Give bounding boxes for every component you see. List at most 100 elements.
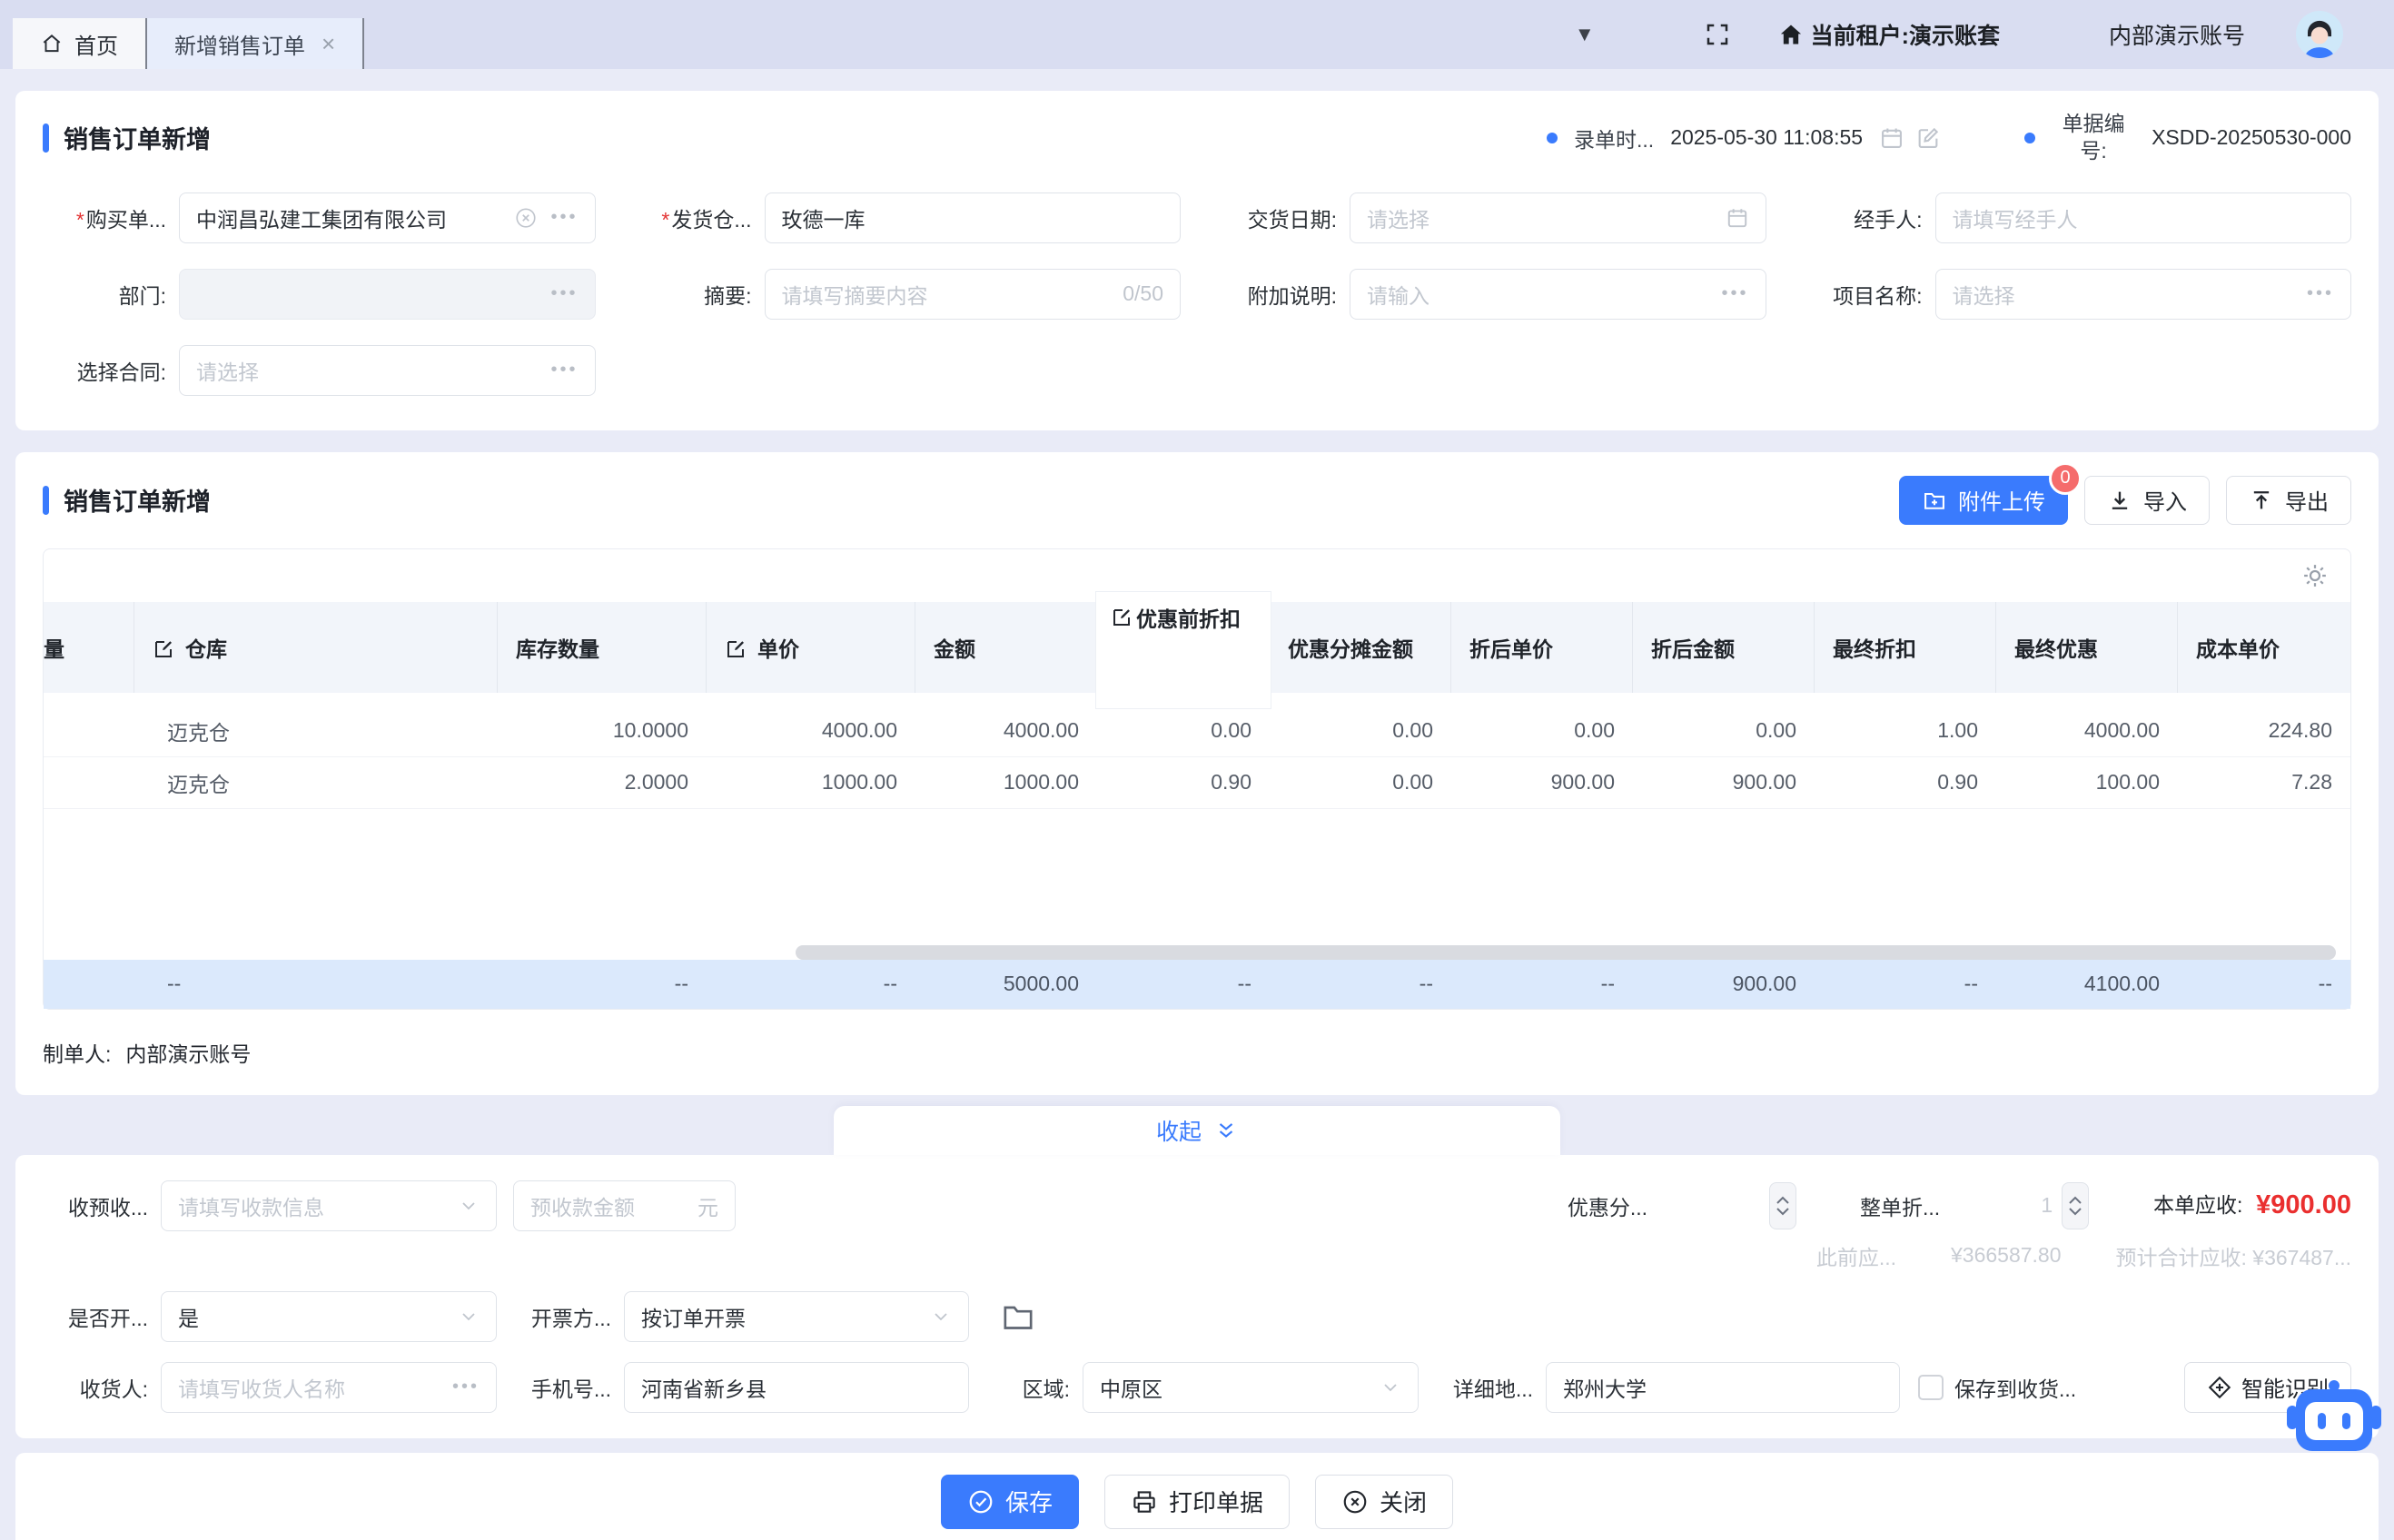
diamond-plus-icon — [2207, 1375, 2232, 1400]
upload-icon — [2249, 488, 2274, 513]
advance-select[interactable]: 请填写收款信息 — [161, 1180, 497, 1231]
ellipsis-icon[interactable]: ••• — [2307, 283, 2334, 304]
warehouse-field[interactable]: 玫德一库 — [765, 192, 1182, 243]
fullscreen-icon[interactable] — [1704, 21, 1731, 48]
ellipsis-icon[interactable]: ••• — [550, 207, 578, 228]
home-filled-icon — [1778, 22, 1804, 47]
ellipsis-icon[interactable]: ••• — [550, 360, 578, 380]
table-row[interactable]: 迈克仓 2.0000 1000.00 1000.00 0.90 0.00 900… — [44, 757, 2350, 809]
save-button[interactable]: 保存 — [941, 1475, 1079, 1529]
advance-amount-field[interactable]: 预收款金额 元 — [513, 1180, 736, 1231]
ellipsis-icon[interactable]: ••• — [550, 283, 578, 304]
close-button[interactable]: 关闭 — [1315, 1475, 1453, 1529]
folder-icon[interactable] — [1000, 1298, 1036, 1335]
project-field[interactable]: 请选择 ••• — [1935, 269, 2352, 320]
avatar[interactable] — [2296, 11, 2343, 58]
buyer-field[interactable]: 中润昌弘建工集团有限公司 ••• — [179, 192, 596, 243]
phone-field[interactable]: 河南省新乡县 — [624, 1362, 969, 1413]
tab-close-icon[interactable]: × — [322, 30, 335, 58]
calendar-icon[interactable] — [1879, 125, 1904, 151]
col-qty-cut: 量 — [44, 602, 134, 693]
sales-order-screen: 首页 新增销售订单 × ▼ 当前租户:演示账套 内部演示账号 — [0, 0, 2394, 1540]
previous-due-label: 此前应... — [1816, 1240, 1896, 1271]
address-field[interactable]: 郑州大学 — [1546, 1362, 1900, 1413]
doc-no-value: XSDD-20250530-000 — [2152, 125, 2351, 150]
home-outline-icon — [40, 32, 64, 55]
column-settings-gear-icon[interactable] — [2301, 562, 2329, 589]
invoice-method-select[interactable]: 按订单开票 — [624, 1291, 969, 1342]
col-stock-qty: 库存数量 — [498, 602, 707, 693]
export-button[interactable]: 导出 — [2226, 476, 2351, 525]
record-time-value: 2025-05-30 11:08:55 — [1670, 125, 1863, 150]
attachment-upload-button[interactable]: 附件上传 0 — [1899, 476, 2068, 525]
scrollbar-thumb[interactable] — [796, 945, 2336, 960]
collapse-button[interactable]: 收起 — [834, 1106, 1560, 1155]
col-unit-price: 单价 — [707, 602, 915, 693]
calendar-icon — [1726, 206, 1749, 230]
edit-column-icon — [725, 638, 747, 660]
delivery-date-label: 交货日期: — [1213, 202, 1350, 233]
title-accent-bar — [43, 486, 49, 515]
receiver-field[interactable]: 请填写收货人名称 ••• — [161, 1362, 497, 1413]
settlement-subtotals: 此前应... ¥366587.80 预计合计应收: ¥367487... — [43, 1240, 2351, 1271]
ellipsis-icon[interactable]: ••• — [452, 1377, 480, 1397]
address-label: 详细地... — [1446, 1372, 1546, 1403]
summary-field[interactable]: 请填写摘要内容 0/50 — [765, 269, 1182, 320]
tab-new-sales-order[interactable]: 新增销售订单 × — [145, 18, 364, 69]
project-label: 项目名称: — [1799, 279, 1935, 310]
import-button[interactable]: 导入 — [2084, 476, 2210, 525]
department-field[interactable]: ••• — [179, 269, 596, 320]
col-amount: 金额 — [915, 602, 1097, 693]
table-row[interactable]: 迈克仓 10.0000 4000.00 4000.00 0.00 0.00 0.… — [44, 706, 2350, 757]
maker-label: 制单人: — [43, 1037, 111, 1068]
save-to-receiver-checkbox[interactable] — [1918, 1375, 1944, 1400]
attachment-count-badge: 0 — [2049, 462, 2082, 495]
chevron-down-icon — [1380, 1377, 1401, 1398]
delivery-date-field[interactable]: 请选择 — [1350, 192, 1766, 243]
tab-home[interactable]: 首页 — [13, 18, 145, 69]
settlement-row-2: 是否开... 是 开票方... 按订单开票 — [43, 1291, 2351, 1342]
summary-row: -- -- -- 5000.00 -- -- -- 900.00 -- 4100… — [44, 960, 2350, 1009]
horizontal-scrollbar — [51, 945, 2343, 960]
ellipsis-icon[interactable]: ••• — [1721, 283, 1748, 304]
estimated-total-label: 预计合计应收: — [2116, 1246, 2247, 1269]
edit-column-icon — [1111, 607, 1133, 628]
discount-share-stepper[interactable] — [1769, 1182, 1796, 1229]
folder-plus-icon — [1922, 488, 1947, 513]
col-warehouse: 仓库 — [134, 602, 498, 693]
col-discount-share: 优惠分摊金额 — [1270, 602, 1451, 693]
region-select[interactable]: 中原区 — [1083, 1362, 1419, 1413]
settlement-row-1: 收预收... 请填写收款信息 预收款金额 元 优惠分... 整单折. — [43, 1180, 2351, 1231]
print-button[interactable]: 打印单据 — [1104, 1475, 1290, 1529]
note-label: 附加说明: — [1213, 279, 1350, 310]
department-label: 部门: — [43, 279, 179, 310]
contract-field[interactable]: 请选择 ••• — [179, 345, 596, 396]
previous-due-value: ¥366587.80 — [1951, 1243, 2062, 1268]
collapse-strip: 收起 — [0, 1095, 2394, 1155]
col-final-discount: 最终折扣 — [1815, 602, 1996, 693]
handler-field[interactable]: 请填写经手人 — [1935, 192, 2352, 243]
printer-icon — [1131, 1488, 1158, 1515]
whole-discount-stepper[interactable] — [2062, 1182, 2089, 1229]
download-icon — [2107, 488, 2132, 513]
settlement-row-3: 收货人: 请填写收货人名称 ••• 手机号... 河南省新乡县 区域: 中原区 … — [43, 1362, 2351, 1413]
cell-warehouse: 迈克仓 — [134, 716, 498, 746]
note-field[interactable]: 请输入 ••• — [1350, 269, 1766, 320]
summary-label: 摘要: — [628, 279, 765, 310]
title-accent-bar — [43, 123, 49, 153]
whole-discount-field[interactable]: 1 — [1953, 1193, 2062, 1218]
whole-discount-label: 整单折... — [1860, 1190, 1953, 1221]
tenant-switcher[interactable]: 当前租户:演示账套 — [1778, 18, 2000, 51]
settlement-card: 收预收... 请填写收款信息 预收款金额 元 优惠分... 整单折. — [15, 1155, 2379, 1438]
edit-column-icon — [153, 638, 174, 660]
tabs-dropdown-icon[interactable]: ▼ — [1575, 23, 1595, 46]
account-name[interactable]: 内部演示账号 — [2109, 18, 2245, 51]
clear-icon[interactable] — [514, 206, 538, 230]
doc-no-label: 单据编号: — [2052, 111, 2135, 165]
chevron-down-icon — [458, 1195, 480, 1217]
assistant-robot-button[interactable] — [2285, 1378, 2383, 1458]
invoice-flag-select[interactable]: 是 — [161, 1291, 497, 1342]
edit-time-icon[interactable] — [1915, 125, 1941, 151]
order-header-form: *购买单... 中润昌弘建工集团有限公司 ••• *发货仓... 玫德一库 — [43, 192, 2351, 396]
items-title: 销售订单新增 — [43, 482, 211, 518]
